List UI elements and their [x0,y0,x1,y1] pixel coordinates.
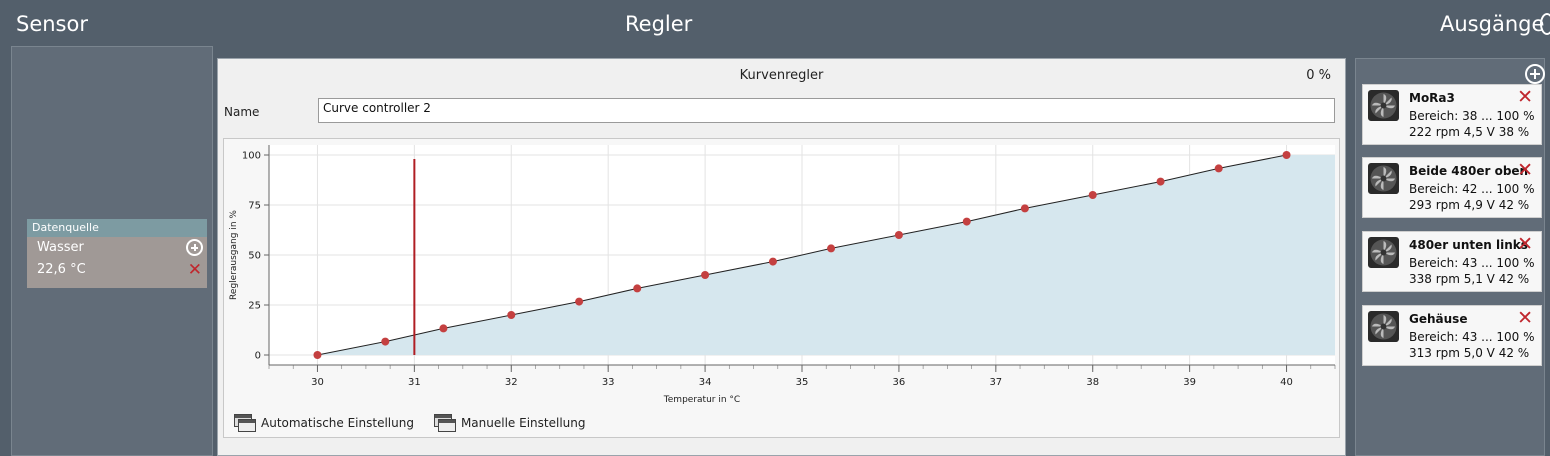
curve-point [313,351,322,359]
manual-settings-label: Manuelle Einstellung [460,416,586,430]
output-stats: 338 rpm 5,1 V 42 % [1409,272,1530,286]
x-tick-label: 40 [1280,377,1293,388]
output-range: Bereich: 42 ... 100 % [1409,182,1535,196]
mode-buttons: Automatische Einstellung Manuelle Einste… [234,412,585,434]
output-card[interactable]: MoRa3 ✕ Bereich: 38 ... 100 % 222 rpm 4,… [1362,84,1542,145]
datasource-value-row: 22,6 °C ✕ [27,259,207,281]
fan-icon [1368,163,1399,194]
close-icon[interactable]: ✕ [1517,233,1533,255]
datasource-name-row[interactable]: Wasser [27,237,207,259]
x-tick-label: 36 [893,377,906,388]
output-name: 480er unten links [1409,238,1528,252]
curve-point [894,231,903,239]
datasource-name: Wasser [37,240,84,255]
x-tick-label: 38 [1086,377,1099,388]
curve-point [507,311,516,319]
auto-settings-button[interactable]: Automatische Einstellung [234,412,414,434]
fan-icon [1368,90,1399,121]
curve-point [701,271,710,279]
manual-settings-button[interactable]: Manuelle Einstellung [433,412,586,434]
x-tick-label: 32 [505,377,518,388]
datasource-title: Datenquelle [27,219,207,237]
curve-point [962,217,971,226]
output-card[interactable]: 480er unten links ✕ Bereich: 43 ... 100 … [1362,231,1542,292]
close-icon[interactable]: ✕ [1517,159,1533,181]
curve-point [1214,164,1223,173]
y-tick-label: 75 [248,201,261,212]
y-tick-label: 0 [255,351,261,362]
x-tick-label: 31 [408,377,421,388]
datasource-panel: Datenquelle Wasser 22,6 °C ✕ [27,219,207,288]
datasource-value: 22,6 °C [37,262,86,277]
y-tick-label: 25 [248,301,261,312]
close-icon[interactable]: ✕ [1517,86,1533,108]
windows-icon [433,414,456,432]
controller-percent: 0 % [1306,68,1331,83]
curve-point [1088,191,1097,199]
header-edge-icon [1540,13,1550,35]
curve-point [1156,177,1165,186]
x-tick-label: 33 [602,377,615,388]
output-stats: 222 rpm 4,5 V 38 % [1409,125,1530,139]
curve-point [1282,151,1291,159]
output-range: Bereich: 43 ... 100 % [1409,256,1535,270]
fan-icon [1368,237,1399,268]
x-tick-label: 37 [989,377,1002,388]
y-axis-label: Reglerausgang in % [229,210,239,300]
plus-circle-icon[interactable] [186,239,203,256]
header-regler: Regler [625,12,693,36]
close-icon[interactable]: ✕ [1517,307,1533,329]
output-range: Bereich: 43 ... 100 % [1409,330,1535,344]
auto-settings-label: Automatische Einstellung [261,416,414,430]
header-sensor: Sensor [16,12,88,36]
output-stats: 293 rpm 4,9 V 42 % [1409,198,1530,212]
x-tick-label: 35 [796,377,809,388]
x-tick-label: 39 [1183,377,1196,388]
output-card[interactable]: Gehäuse ✕ Bereich: 43 ... 100 % 313 rpm … [1362,305,1542,366]
curve-point [768,257,777,266]
curve-point [439,324,448,333]
y-tick-label: 50 [248,251,261,262]
name-input[interactable] [318,98,1335,123]
header-ausgaenge: Ausgänge [1440,12,1545,36]
x-tick-label: 30 [311,377,324,388]
curve-point [1020,204,1029,213]
controller-panel: Kurvenregler 0 % Name 30 31 32 33 34 35 36 37 38… [217,58,1346,456]
x-tick-label: 34 [699,377,712,388]
curve-point [827,244,836,253]
output-stats: 313 rpm 5,0 V 42 % [1409,346,1530,360]
windows-icon [234,414,256,432]
output-name: MoRa3 [1409,91,1455,105]
output-name: Beide 480er oben [1409,164,1529,178]
controller-title: Kurvenregler [739,68,824,83]
output-range: Bereich: 38 ... 100 % [1409,109,1535,123]
fan-icon [1368,311,1399,342]
output-card[interactable]: Beide 480er oben ✕ Bereich: 42 ... 100 %… [1362,157,1542,218]
curve-chart-svg[interactable]: 30 31 32 33 34 35 36 37 38 39 40 0 25 50 75 100 Temperat… [224,139,1339,437]
close-icon[interactable]: ✕ [188,259,202,281]
name-label: Name [224,105,260,119]
add-output-icon[interactable] [1525,64,1545,84]
x-axis-label: Temperatur in °C [663,395,740,405]
curve-chart[interactable]: 30 31 32 33 34 35 36 37 38 39 40 0 25 50 75 100 Temperat… [223,138,1340,438]
curve-point [381,337,390,346]
curve-point [575,297,584,306]
output-name: Gehäuse [1409,312,1468,326]
y-tick-label: 100 [242,151,261,162]
curve-point [633,284,642,293]
